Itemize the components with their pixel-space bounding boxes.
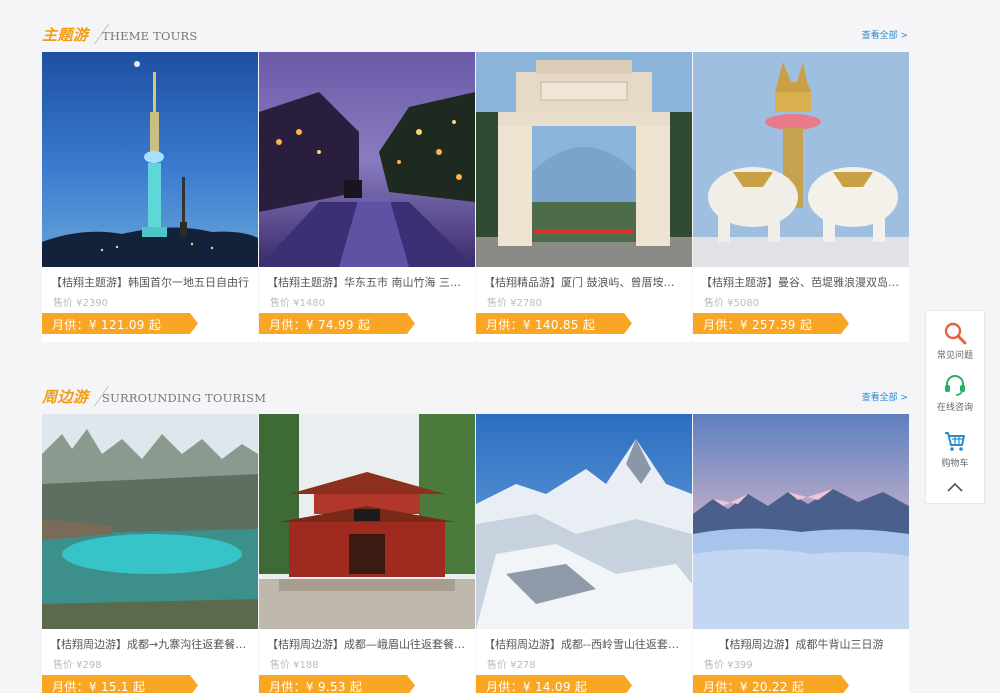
- tour-card[interactable]: 【桔翔主题游】韩国首尔一地五日自由行 售价 ¥2390 月供：¥ 121.09 …: [42, 52, 258, 342]
- monthly-payment-text: 月供：¥ 15.1 起: [52, 680, 146, 693]
- section-header: 主题游 THEME TOURS 查看全部 >: [42, 22, 910, 52]
- monthly-payment-text: 月供：¥ 257.39 起: [703, 318, 813, 332]
- surrounding-tourism-section: 周边游 SURROUNDING TOURISM 查看全部 > 【桔翔周边游】成都…: [42, 384, 910, 693]
- tour-name: 【桔翔主题游】华东五市 南山竹海 三国...: [267, 276, 472, 289]
- tour-name: 【桔翔主题游】韩国首尔一地五日自由行: [51, 276, 249, 289]
- thai-elephants-image: [693, 52, 909, 267]
- tour-name: 【桔翔周边游】成都→九寨沟往返套餐三...: [50, 638, 257, 651]
- chevron-up-icon: [947, 482, 963, 492]
- tour-price: 售价 ¥2780: [487, 298, 542, 309]
- seoul-tower-image: [42, 52, 258, 267]
- section-subtitle: THEME TOURS: [102, 29, 198, 43]
- monthly-payment-badge: 月供：¥ 20.22 起: [693, 675, 849, 693]
- tour-price: 售价 ¥2390: [53, 298, 108, 309]
- tour-name: 【桔翔主题游】曼谷、芭堤雅浪漫双岛五...: [701, 276, 909, 289]
- tour-price: 售价 ¥298: [53, 660, 102, 671]
- monthly-payment-badge: 月供：¥ 74.99 起: [259, 313, 415, 334]
- headset-icon: [945, 375, 965, 396]
- monthly-payment-badge: 月供：¥ 140.85 起: [476, 313, 632, 334]
- sea-of-clouds-image: [693, 414, 909, 629]
- tour-name: 【桔翔精品游】厦门 鼓浪屿、曾厝垵双飞...: [484, 276, 692, 289]
- faq-button[interactable]: 常见问题: [926, 321, 984, 361]
- consult-label: 在线咨询: [936, 403, 973, 413]
- search-icon: [944, 322, 967, 345]
- monthly-payment-text: 月供：¥ 14.09 起: [486, 680, 588, 693]
- tour-card[interactable]: 【桔翔主题游】曼谷、芭堤雅浪漫双岛五... 售价 ¥5080 月供：¥ 257.…: [693, 52, 909, 342]
- emei-temple-image: [259, 414, 475, 629]
- tour-card[interactable]: 【桔翔周边游】成都→九寨沟往返套餐三... 售价 ¥298 月供：¥ 15.1 …: [42, 414, 258, 693]
- monthly-payment-badge: 月供：¥ 257.39 起: [693, 313, 849, 334]
- monthly-payment-badge: 月供：¥ 9.53 起: [259, 675, 415, 693]
- tour-card[interactable]: 【桔翔周边游】成都—峨眉山往返套餐二... 售价 ¥188 月供：¥ 9.53 …: [259, 414, 475, 693]
- tour-card[interactable]: 【桔翔周边游】成都牛背山三日游 售价 ¥399 月供：¥ 20.22 起: [693, 414, 909, 693]
- cart-label: 购物车: [941, 459, 969, 469]
- monthly-payment-text: 月供：¥ 9.53 起: [269, 680, 363, 693]
- online-consult-button[interactable]: 在线咨询: [926, 373, 984, 413]
- monthly-payment-badge: 月供：¥ 14.09 起: [476, 675, 632, 693]
- back-to-top-button[interactable]: [926, 481, 984, 493]
- view-all-link[interactable]: 查看全部 >: [862, 390, 908, 403]
- monthly-payment-badge: 月供：¥ 15.1 起: [42, 675, 198, 693]
- monthly-payment-text: 月供：¥ 121.09 起: [52, 318, 162, 332]
- monthly-payment-text: 月供：¥ 140.85 起: [486, 318, 596, 332]
- monthly-payment-text: 月供：¥ 20.22 起: [703, 680, 805, 693]
- section-header: 周边游 SURROUNDING TOURISM 查看全部 >: [42, 384, 910, 414]
- shopping-cart-icon: [945, 432, 965, 451]
- monthly-payment-text: 月供：¥ 74.99 起: [269, 318, 371, 332]
- cart-button[interactable]: 购物车: [926, 429, 984, 469]
- view-all-link[interactable]: 查看全部 >: [862, 28, 908, 41]
- faq-label: 常见问题: [936, 351, 973, 361]
- tour-card[interactable]: 【桔翔周边游】成都--西岭雪山往返套餐... 售价 ¥278 月供：¥ 14.0…: [476, 414, 692, 693]
- floating-sidebar: 常见问题 在线咨询 购物车: [925, 310, 985, 504]
- water-town-image: [259, 52, 475, 267]
- monthly-payment-badge: 月供：¥ 121.09 起: [42, 313, 198, 334]
- tour-name: 【桔翔周边游】成都--西岭雪山往返套餐...: [484, 638, 690, 651]
- tour-name: 【桔翔周边游】成都—峨眉山往返套餐二...: [267, 638, 475, 651]
- xiamen-gate-image: [476, 52, 692, 267]
- tour-card[interactable]: 【桔翔主题游】华东五市 南山竹海 三国... 售价 ¥1480 月供：¥ 74.…: [259, 52, 475, 342]
- tour-price: 售价 ¥1480: [270, 298, 325, 309]
- section-subtitle: SURROUNDING TOURISM: [102, 391, 267, 405]
- tour-price: 售价 ¥188: [270, 660, 319, 671]
- tour-price: 售价 ¥5080: [704, 298, 759, 309]
- tour-card[interactable]: 【桔翔精品游】厦门 鼓浪屿、曾厝垵双飞... 售价 ¥2780 月供：¥ 140…: [476, 52, 692, 342]
- snow-mountain-image: [476, 414, 692, 629]
- tour-name: 【桔翔周边游】成都牛背山三日游: [718, 638, 884, 651]
- tour-price: 售价 ¥399: [704, 660, 753, 671]
- tour-price: 售价 ¥278: [487, 660, 536, 671]
- jiuzhaigou-lake-image: [42, 414, 258, 629]
- theme-tours-section: 主题游 THEME TOURS 查看全部 > 【桔翔主题游】韩国首尔一地五日自由…: [42, 22, 910, 342]
